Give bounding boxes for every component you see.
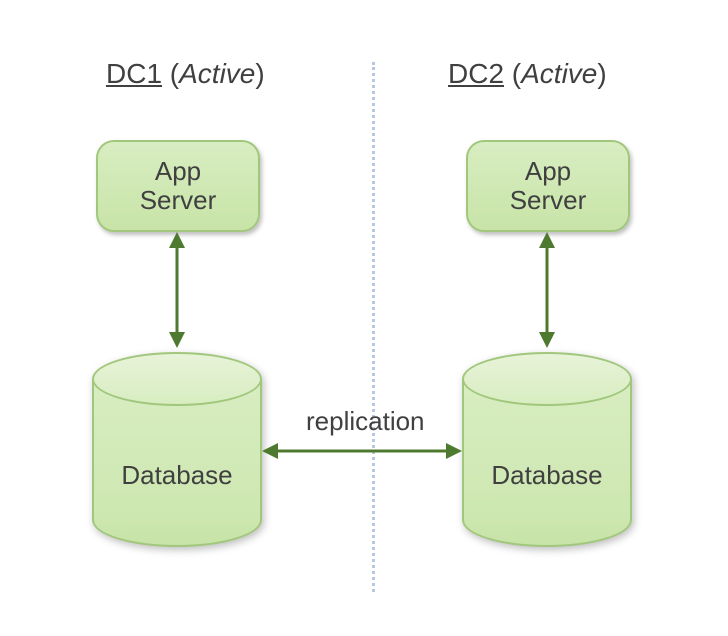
dc2-bidirectional-arrow-icon [537, 232, 557, 348]
dc2-app-server-label: AppServer [510, 157, 587, 214]
dc1-bidirectional-arrow-icon [167, 232, 187, 348]
dc2-status: Active [521, 58, 597, 89]
replication-label: replication [306, 406, 425, 437]
dc1-status: Active [179, 58, 255, 89]
divider-line [372, 62, 375, 592]
dc1-title: DC1 (Active) [106, 58, 265, 90]
dc2-database: Database [462, 352, 632, 547]
dc2-name: DC2 [448, 58, 504, 89]
dc1-database: Database [92, 352, 262, 547]
dc2-database-label: Database [462, 460, 632, 491]
dc1-database-label: Database [92, 460, 262, 491]
dc1-name: DC1 [106, 58, 162, 89]
replication-arrow-icon [262, 441, 462, 461]
dc2-title: DC2 (Active) [448, 58, 607, 90]
dc2-app-server: AppServer [466, 140, 630, 232]
dc1-app-server: AppServer [96, 140, 260, 232]
dc1-app-server-label: AppServer [140, 157, 217, 214]
